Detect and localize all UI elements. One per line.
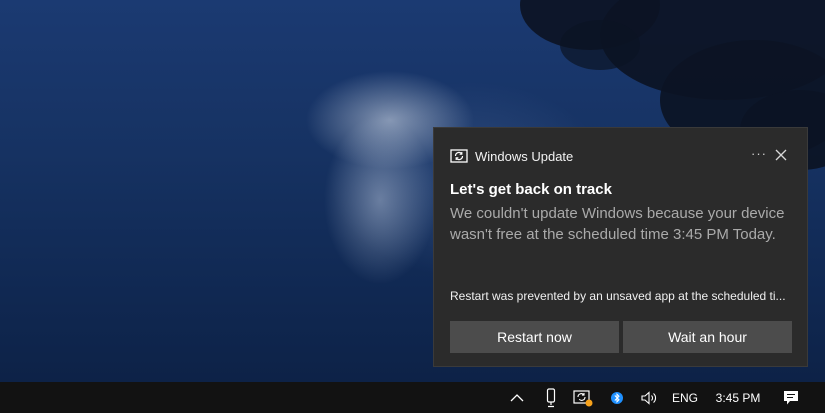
- wait-an-hour-button[interactable]: Wait an hour: [623, 321, 792, 353]
- action-center-icon: [784, 390, 798, 404]
- phone-tray-button[interactable]: [540, 382, 562, 413]
- restart-now-button[interactable]: Restart now: [450, 321, 619, 353]
- close-icon[interactable]: [772, 146, 790, 164]
- windows-update-icon: [450, 149, 468, 163]
- phone-icon: [546, 387, 556, 407]
- bluetooth-icon: [611, 391, 623, 404]
- language-indicator: ENG: [671, 390, 698, 405]
- toast-title: Let's get back on track: [450, 181, 612, 198]
- windows-update-tray-button[interactable]: [571, 382, 595, 413]
- more-options-button[interactable]: ···: [749, 145, 769, 165]
- show-hidden-icons-button[interactable]: [506, 382, 528, 413]
- toast-header: Windows Update: [450, 147, 573, 165]
- toast-attribution: Restart was prevented by an unsaved app …: [450, 289, 786, 303]
- update-badge-icon: [585, 399, 593, 406]
- input-language-button[interactable]: ENG: [668, 382, 702, 413]
- toast-body: We couldn't update Windows because your …: [450, 205, 785, 243]
- clock-time: 3:45 PM: [715, 390, 761, 405]
- windows-update-tray-icon: [573, 389, 593, 406]
- volume-tray-button[interactable]: [637, 382, 661, 413]
- volume-icon: [641, 390, 656, 405]
- action-center-button[interactable]: [777, 382, 805, 413]
- taskbar: ENG 3:45 PM: [0, 382, 825, 413]
- bluetooth-tray-button[interactable]: [606, 382, 628, 413]
- clock-button[interactable]: 3:45 PM: [710, 382, 766, 413]
- more-options-icon: ···: [751, 146, 767, 161]
- notification-toast: Windows Update ··· Let's get back on tra…: [433, 127, 808, 367]
- chevron-up-icon: [510, 393, 524, 401]
- toast-app-name: Windows Update: [475, 148, 574, 164]
